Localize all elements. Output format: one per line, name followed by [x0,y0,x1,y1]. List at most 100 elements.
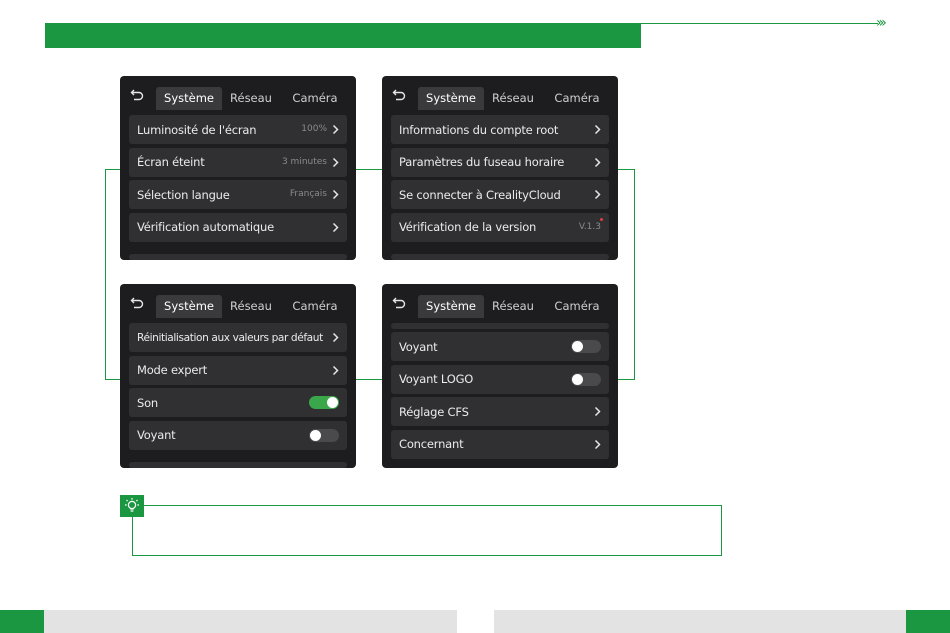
tab-bar: Système Réseau Caméra [382,284,618,318]
row-value: 3 minutes [281,156,327,167]
logo-light-toggle[interactable] [571,372,601,386]
sound-toggle[interactable] [309,396,339,409]
row-timezone-settings[interactable]: Paramètres du fuseau horaire [391,147,609,177]
list-peek-row [129,254,347,260]
row-label: Concernant [399,437,464,451]
back-arrow-icon[interactable] [392,295,406,309]
row-label: Voyant LOGO [399,372,474,386]
tab-systeme[interactable]: Système [418,295,484,318]
footer-accent-right [906,610,950,633]
row-label: Informations du compte root [399,122,559,137]
row-cfs-settings[interactable]: Réglage CFS [391,397,609,426]
chevron-right-icon [594,439,601,449]
row-screen-brightness[interactable]: Luminosité de l'écran 100% [129,115,347,144]
row-factory-reset[interactable]: Réinitialisation aux valeurs par défaut [129,323,347,352]
settings-list: Réinitialisation aux valeurs par défaut … [129,323,347,453]
list-peek-row [129,462,347,468]
tab-bar: Système Réseau Caméra [120,76,356,110]
tab-bar: Système Réseau Caméra [120,284,356,318]
tab-reseau[interactable]: Réseau [226,87,276,110]
row-indicator-light: Voyant [391,332,609,361]
tab-camera[interactable]: Caméra [550,295,604,318]
header-bar [45,23,641,48]
row-label: Son [137,395,159,410]
tab-camera[interactable]: Caméra [550,87,604,110]
tip-badge [120,495,144,517]
row-expert-mode[interactable]: Mode expert [129,355,347,385]
middle-connector-bottom [356,379,383,380]
chevron-right-icon [594,157,601,167]
toggle-knob [572,373,583,385]
row-label: Vérification de la version [399,220,537,234]
chevron-right-icon [332,189,339,200]
row-logo-light: Voyant LOGO [391,364,609,394]
tab-reseau[interactable]: Réseau [488,87,538,110]
toggle-knob [327,397,338,408]
indicator-toggle[interactable] [571,340,601,353]
back-arrow-icon[interactable] [392,87,406,101]
back-arrow-icon[interactable] [130,87,144,101]
header-line [641,23,878,24]
footer-accent-left [0,610,44,633]
row-value: Français [289,189,327,199]
toggle-knob [572,341,583,352]
row-label: Sélection langue [137,187,230,202]
tip-box [132,505,722,556]
row-label: Voyant [137,428,176,442]
row-root-account-info[interactable]: Informations du compte root [391,115,609,144]
row-value: 100% [301,124,327,134]
footer-bar-right [494,610,906,633]
row-about[interactable]: Concernant [391,429,609,459]
tab-systeme[interactable]: Système [418,87,484,110]
middle-connector-top [356,169,383,170]
screen-system-3: Système Réseau Caméra Réinitialisation a… [120,284,356,468]
update-dot-icon [600,217,603,221]
chevron-right-icon [594,406,601,417]
row-label: Luminosité de l'écran [137,122,257,137]
screen-system-4: Système Réseau Caméra Voyant Voyant LOGO… [382,284,618,468]
list-peek-row-top [391,323,609,329]
tab-bar: Système Réseau Caméra [382,76,618,110]
back-arrow-icon[interactable] [130,295,144,309]
row-label: Mode expert [137,363,208,377]
chevron-right-icon [332,332,339,343]
chevron-right-icon [594,189,601,200]
footer-bar-left [44,610,457,633]
chevron-right-icon [332,222,339,232]
row-crealitycloud-login[interactable]: Se connecter à CrealityCloud [391,180,609,209]
settings-list: Informations du compte root Paramètres d… [391,115,609,245]
settings-list: Luminosité de l'écran 100% Écran éteint … [129,115,347,245]
list-peek-row [391,254,609,260]
row-sound: Son [129,388,347,417]
chevron-right-icon [332,124,339,135]
screen-system-2: Système Réseau Caméra Informations du co… [382,76,618,260]
row-indicator-light: Voyant [129,420,347,450]
header-arrows-icon: ››› [876,15,887,31]
tab-camera[interactable]: Caméra [288,87,342,110]
chevron-right-icon [332,365,339,375]
row-version-check[interactable]: Vérification de la version V.1.3 [391,212,609,242]
indicator-toggle[interactable] [309,428,339,442]
toggle-knob [310,429,321,441]
lightbulb-icon [125,498,139,512]
row-label: Réinitialisation aux valeurs par défaut [137,331,323,344]
screen-system-1: Système Réseau Caméra Luminosité de l'éc… [120,76,356,260]
row-label: Se connecter à CrealityCloud [399,187,561,202]
row-label: Écran éteint [137,155,205,169]
row-auto-check[interactable]: Vérification automatique [129,212,347,242]
version-value: V.1.3 [578,221,601,232]
chevron-right-icon [332,157,339,167]
row-label: Voyant [399,339,438,354]
left-bracket-line [105,169,121,380]
tab-systeme[interactable]: Système [156,87,222,110]
right-bracket-line [617,169,635,380]
tab-systeme[interactable]: Système [156,295,222,318]
row-label: Réglage CFS [399,404,469,419]
row-language[interactable]: Sélection langue Français [129,180,347,209]
tab-camera[interactable]: Caméra [288,295,342,318]
row-label: Vérification automatique [137,220,274,234]
row-screen-off[interactable]: Écran éteint 3 minutes [129,147,347,177]
settings-list: Voyant Voyant LOGO Réglage CFS Concernan… [391,332,609,462]
tab-reseau[interactable]: Réseau [226,295,276,318]
tab-reseau[interactable]: Réseau [488,295,538,318]
